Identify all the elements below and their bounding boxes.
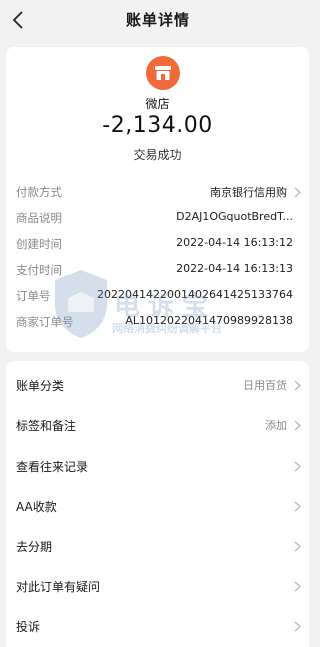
action-label: 对此订单有疑问	[16, 580, 101, 594]
detail-label: 付款方式	[16, 185, 62, 199]
action-complaint[interactable]: 投诉	[6, 606, 309, 646]
store-icon	[146, 56, 180, 90]
transaction-amount: -2,134.00	[102, 113, 213, 138]
action-label: 查看往来记录	[16, 460, 89, 474]
action-bill-category[interactable]: 账单分类 日用百货	[6, 365, 309, 405]
nav-bar: 账单详情	[0, 0, 316, 44]
detail-label: 支付时间	[16, 263, 62, 277]
action-label: 账单分类	[16, 379, 65, 393]
action-installments[interactable]: 去分期	[6, 526, 309, 566]
detail-value: 2022041422001402641425133764	[97, 288, 293, 301]
detail-label: 商品说明	[16, 211, 62, 225]
action-tags-notes[interactable]: 标签和备注 添加	[6, 405, 309, 445]
detail-row-product-desc: 商品说明 D2AJ1OGquotBredT...	[6, 208, 309, 228]
detail-value: D2AJ1OGquotBredT...	[176, 210, 293, 223]
detail-label: 商家订单号	[16, 315, 74, 329]
action-value: 日用百货	[243, 379, 287, 392]
detail-label: 订单号	[16, 289, 51, 303]
detail-value: 2022-04-14 16:13:12	[176, 236, 293, 249]
chevron-right-icon	[291, 460, 303, 472]
detail-value: 2022-04-14 16:13:13	[176, 262, 293, 275]
chevron-right-icon	[291, 186, 303, 198]
action-view-records[interactable]: 查看往来记录	[6, 446, 309, 486]
action-label: 标签和备注	[16, 419, 77, 433]
detail-label: 创建时间	[16, 237, 62, 251]
chevron-right-icon	[291, 580, 303, 592]
chevron-right-icon	[291, 620, 303, 632]
page-title: 账单详情	[125, 11, 190, 29]
action-aa-collect[interactable]: AA收款	[6, 486, 309, 526]
chevron-right-icon	[291, 540, 303, 552]
action-value: 添加	[265, 419, 287, 432]
chevron-right-icon	[291, 379, 303, 391]
detail-row-payment-time: 支付时间 2022-04-14 16:13:13	[6, 260, 309, 280]
transaction-status: 交易成功	[133, 148, 182, 162]
action-label: 去分期	[16, 540, 53, 554]
action-label: AA收款	[16, 500, 57, 514]
bill-actions-card: 账单分类 日用百货 标签和备注 添加 查看往来记录 AA收款 去分期 对此订单有…	[6, 361, 309, 647]
detail-value: AL1012022041470989928138	[125, 314, 293, 327]
detail-row-order-number: 订单号 2022041422001402641425133764	[6, 286, 309, 306]
merchant-name: 微店	[145, 97, 170, 111]
chevron-right-icon	[291, 419, 303, 431]
bill-summary-card: 微店 -2,134.00 交易成功 付款方式 南京银行信用购 商品说明 D2AJ…	[6, 47, 309, 352]
action-label: 投诉	[16, 620, 41, 634]
chevron-right-icon	[291, 500, 303, 512]
action-order-question[interactable]: 对此订单有疑问	[6, 566, 309, 606]
detail-row-merchant-order-number: 商家订单号 AL1012022041470989928138	[6, 312, 309, 332]
detail-row-created-time: 创建时间 2022-04-14 16:13:12	[6, 234, 309, 254]
detail-row-payment-method[interactable]: 付款方式 南京银行信用购	[6, 182, 309, 202]
detail-value: 南京银行信用购	[210, 186, 287, 199]
